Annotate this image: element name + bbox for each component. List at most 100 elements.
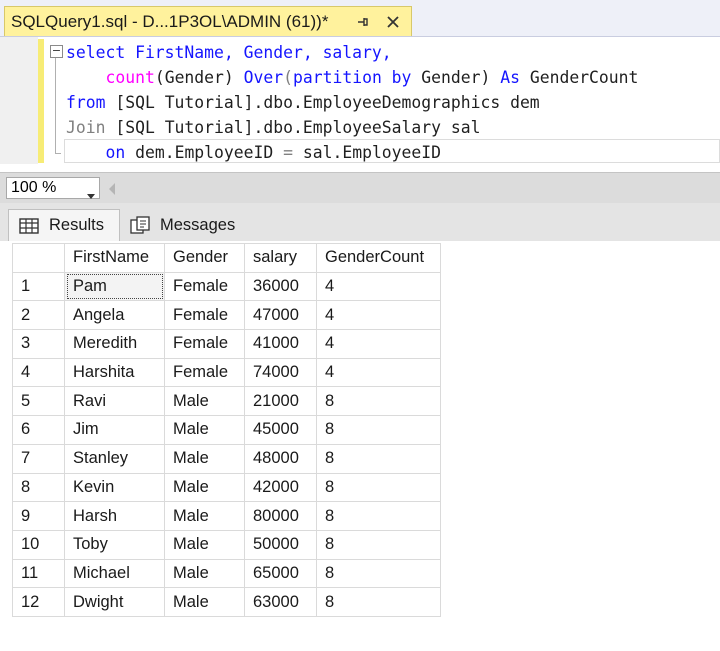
query-document-tab[interactable]: SQLQuery1.sql - D...1P3OL\ADMIN (61))*	[4, 6, 412, 36]
cell-salary[interactable]: 63000	[244, 587, 317, 617]
pin-icon[interactable]	[351, 10, 375, 34]
cell-firstname[interactable]: Pam	[64, 271, 165, 302]
cell-gender[interactable]: Male	[164, 386, 245, 417]
code-token: GenderCount	[519, 68, 639, 87]
cell-firstname[interactable]: Michael	[64, 558, 165, 589]
cell-gendercount[interactable]: 8	[316, 386, 441, 417]
outline-fold-end	[55, 153, 61, 154]
cell-gender[interactable]: Male	[164, 529, 245, 560]
column-header-gender[interactable]: Gender	[164, 243, 245, 273]
cell-gendercount[interactable]: 8	[316, 587, 441, 617]
cell-salary[interactable]: 21000	[244, 386, 317, 417]
table-row[interactable]: 4 Harshita Female 74000 4	[12, 357, 441, 388]
code-token: Join	[66, 118, 106, 137]
cell-salary[interactable]: 74000	[244, 357, 317, 388]
column-header-salary[interactable]: salary	[244, 243, 317, 273]
cell-firstname[interactable]: Stanley	[64, 443, 165, 474]
table-row[interactable]: 7 Stanley Male 48000 8	[12, 443, 441, 474]
cell-gender[interactable]: Male	[164, 501, 245, 531]
table-row[interactable]: 3 Meredith Female 41000 4	[12, 329, 441, 359]
row-number[interactable]: 10	[12, 529, 65, 560]
scroll-left-arrow-icon[interactable]	[108, 182, 116, 200]
cell-firstname[interactable]: Ravi	[64, 386, 165, 417]
results-grid-panel: FirstName Gender salary GenderCount 1 Pam…	[0, 241, 720, 651]
cell-salary[interactable]: 48000	[244, 443, 317, 474]
cell-gender[interactable]: Male	[164, 558, 245, 589]
cell-salary[interactable]: 47000	[244, 300, 317, 331]
table-row[interactable]: 10 Toby Male 50000 8	[12, 529, 441, 560]
cell-firstname[interactable]: Meredith	[64, 329, 165, 359]
cell-gendercount[interactable]: 8	[316, 558, 441, 589]
row-number[interactable]: 6	[12, 415, 65, 445]
tab-results[interactable]: Results	[8, 209, 120, 241]
code-line-5: on dem.EmployeeID = sal.EmployeeID	[66, 143, 441, 162]
cell-gender[interactable]: Male	[164, 415, 245, 445]
cell-salary[interactable]: 42000	[244, 472, 317, 503]
cell-firstname[interactable]: Harshita	[64, 357, 165, 388]
cell-gender[interactable]: Female	[164, 329, 245, 359]
row-number[interactable]: 7	[12, 443, 65, 474]
code-line-2: count(Gender) Over(partition by Gender) …	[66, 68, 638, 87]
row-number[interactable]: 5	[12, 386, 65, 417]
column-header-gendercount[interactable]: GenderCount	[316, 243, 441, 273]
table-row[interactable]: 11 Michael Male 65000 8	[12, 558, 441, 589]
row-number[interactable]: 8	[12, 472, 65, 503]
table-row[interactable]: 8 Kevin Male 42000 8	[12, 472, 441, 503]
row-number[interactable]: 1	[12, 271, 65, 302]
cell-gendercount[interactable]: 4	[316, 329, 441, 359]
cell-salary[interactable]: 36000	[244, 271, 317, 302]
tab-results-label: Results	[49, 216, 105, 234]
messages-icon	[130, 216, 150, 234]
cell-gendercount[interactable]: 8	[316, 443, 441, 474]
cell-gender[interactable]: Male	[164, 587, 245, 617]
cell-gender[interactable]: Male	[164, 472, 245, 503]
row-number[interactable]: 2	[12, 300, 65, 331]
table-row[interactable]: 2 Angela Female 47000 4	[12, 300, 441, 331]
zoom-dropdown[interactable]: 100 %	[6, 177, 100, 199]
cell-gendercount[interactable]: 8	[316, 472, 441, 503]
column-header-firstname[interactable]: FirstName	[64, 243, 165, 273]
cell-firstname[interactable]: Toby	[64, 529, 165, 560]
cell-gender[interactable]: Female	[164, 357, 245, 388]
cell-salary[interactable]: 80000	[244, 501, 317, 531]
cell-salary[interactable]: 65000	[244, 558, 317, 589]
cell-gendercount[interactable]: 8	[316, 415, 441, 445]
cell-firstname[interactable]: Harsh	[64, 501, 165, 531]
cell-gendercount[interactable]: 8	[316, 529, 441, 560]
results-tab-strip: Results Messages	[0, 203, 720, 241]
cell-firstname[interactable]: Angela	[64, 300, 165, 331]
code-line-3: from [SQL Tutorial].dbo.EmployeeDemograp…	[66, 93, 540, 112]
table-row[interactable]: 1 Pam Female 36000 4	[12, 271, 441, 302]
table-row[interactable]: 5 Ravi Male 21000 8	[12, 386, 441, 417]
cell-salary[interactable]: 45000	[244, 415, 317, 445]
collapse-region-toggle[interactable]: −	[50, 45, 63, 58]
row-number[interactable]: 12	[12, 587, 65, 617]
cell-gendercount[interactable]: 4	[316, 271, 441, 302]
close-icon[interactable]	[381, 10, 405, 34]
cell-gender[interactable]: Female	[164, 271, 245, 302]
row-number[interactable]: 11	[12, 558, 65, 589]
cell-salary[interactable]: 41000	[244, 329, 317, 359]
zoom-value: 100 %	[11, 179, 57, 196]
table-row[interactable]: 12 Dwight Male 63000 8	[12, 587, 441, 617]
row-number[interactable]: 3	[12, 329, 65, 359]
tab-messages[interactable]: Messages	[120, 209, 244, 241]
table-row[interactable]: 6 Jim Male 45000 8	[12, 415, 441, 445]
code-token: Over	[243, 68, 284, 87]
cell-salary[interactable]: 50000	[244, 529, 317, 560]
column-header-rownum[interactable]	[12, 243, 65, 273]
cell-firstname[interactable]: Jim	[64, 415, 165, 445]
code-token: on	[105, 143, 126, 162]
cell-gender[interactable]: Male	[164, 443, 245, 474]
query-editor[interactable]: − select FirstName, Gender, salary, coun…	[0, 37, 720, 164]
row-number[interactable]: 4	[12, 357, 65, 388]
cell-firstname[interactable]: Kevin	[64, 472, 165, 503]
cell-gendercount[interactable]: 8	[316, 501, 441, 531]
cell-firstname[interactable]: Dwight	[64, 587, 165, 617]
row-number[interactable]: 9	[12, 501, 65, 531]
table-row[interactable]: 9 Harsh Male 80000 8	[12, 501, 441, 531]
cell-gender[interactable]: Female	[164, 300, 245, 331]
grid-header-row: FirstName Gender salary GenderCount	[12, 243, 441, 273]
cell-gendercount[interactable]: 4	[316, 300, 441, 331]
cell-gendercount[interactable]: 4	[316, 357, 441, 388]
